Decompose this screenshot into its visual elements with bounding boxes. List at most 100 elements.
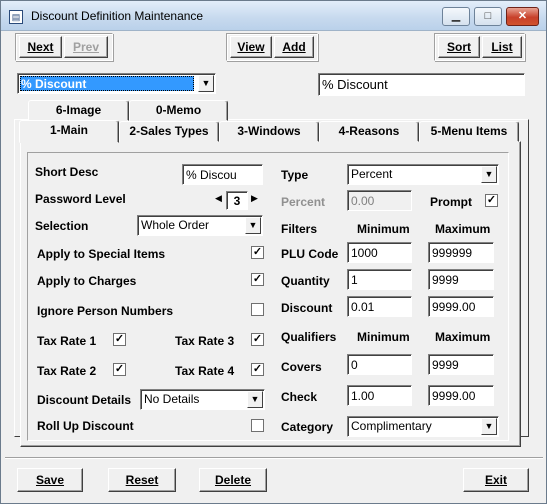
tax-rate-1-label: Tax Rate 1 (37, 334, 97, 348)
apply-charges-checkbox[interactable]: ✓ (251, 273, 264, 286)
discount-definition-window: ▤ Discount Definition Maintenance ▁ □ ✕ … (0, 0, 547, 504)
qualifiers-minimum-header: Minimum (357, 330, 410, 344)
filters-maximum-header: Maximum (435, 222, 491, 236)
type-value: Percent (351, 167, 393, 181)
covers-min-field[interactable]: 0 (347, 354, 412, 375)
plu-code-label: PLU Code (281, 247, 339, 261)
apply-special-checkbox[interactable]: ✓ (251, 246, 264, 259)
quantity-min-field[interactable]: 1 (347, 269, 412, 290)
password-spinner[interactable]: ◀ 3 ▶ (215, 191, 261, 210)
view-label: View (237, 40, 265, 54)
list-button[interactable]: List (482, 36, 522, 58)
apply-charges-label: Apply to Charges (37, 274, 137, 288)
discount-name-field[interactable]: % Discount (318, 73, 525, 96)
sort-button[interactable]: Sort (438, 36, 480, 58)
reset-button[interactable]: Reset (108, 468, 176, 492)
category-label: Category (281, 420, 334, 434)
chevron-down-icon[interactable]: ▼ (481, 418, 497, 435)
ignore-person-label: Ignore Person Numbers (37, 304, 174, 318)
tax-rate-2-checkbox[interactable]: ✓ (113, 363, 126, 376)
tab-windows-label: 3-Windows (237, 124, 301, 138)
prompt-checkbox[interactable]: ✓ (485, 194, 498, 207)
quantity-label: Quantity (281, 274, 330, 288)
password-level-label: Password Level (35, 192, 126, 206)
tab-image[interactable]: 6-Image (28, 100, 129, 121)
category-value: Complimentary (351, 419, 432, 433)
title-bar: ▤ Discount Definition Maintenance ▁ □ ✕ (1, 1, 546, 31)
percent-label: Percent (281, 195, 326, 209)
close-button[interactable]: ✕ (506, 7, 539, 26)
discount-details-dropdown[interactable]: No Details ▼ (140, 389, 265, 410)
spin-right-icon[interactable]: ▶ (251, 193, 258, 204)
tax-rate-4-checkbox[interactable]: ✓ (251, 363, 264, 376)
tax-rate-3-checkbox[interactable]: ✓ (251, 333, 264, 346)
tax-rate-2-label: Tax Rate 2 (37, 364, 97, 378)
next-label: Next (27, 40, 54, 54)
spin-left-icon[interactable]: ◀ (215, 193, 222, 204)
ignore-person-checkbox[interactable] (251, 303, 264, 316)
view-button[interactable]: View (230, 36, 272, 58)
maximize-button[interactable]: □ (474, 7, 502, 26)
tab-reasons[interactable]: 4-Reasons (319, 121, 419, 142)
sort-label: Sort (447, 40, 471, 54)
chevron-down-icon[interactable]: ▼ (481, 166, 497, 183)
selection-dropdown[interactable]: Whole Order ▼ (137, 215, 263, 236)
tab-sales-types-label: 2-Sales Types (129, 124, 209, 138)
plu-min-field[interactable]: 1000 (347, 242, 412, 263)
filters-label: Filters (281, 222, 318, 236)
password-level-value: 3 (226, 191, 248, 210)
add-button[interactable]: Add (274, 36, 314, 58)
roll-up-checkbox[interactable] (251, 419, 264, 432)
discount-details-value: No Details (144, 392, 200, 406)
chevron-down-icon[interactable]: ▼ (198, 75, 214, 92)
app-icon: ▤ (9, 10, 23, 24)
tab-windows[interactable]: 3-Windows (219, 121, 319, 142)
tax-rate-1-checkbox[interactable]: ✓ (113, 333, 126, 346)
covers-max-field[interactable]: 9999 (428, 354, 494, 375)
tab-main[interactable]: 1-Main (19, 120, 119, 143)
footer-divider (5, 457, 543, 459)
tab-menu-items[interactable]: 5-Menu Items (419, 121, 519, 142)
prev-label: Prev (72, 40, 100, 54)
roll-up-label: Roll Up Discount (37, 419, 134, 433)
quantity-max-field[interactable]: 9999 (428, 269, 494, 290)
chevron-down-icon[interactable]: ▼ (245, 217, 261, 234)
type-label: Type (281, 168, 309, 182)
list-label: List (491, 40, 513, 54)
tab-menu-items-label: 5-Menu Items (430, 124, 508, 138)
discount-selector[interactable]: % Discount ▼ (17, 73, 216, 94)
covers-label: Covers (281, 360, 322, 374)
filters-minimum-header: Minimum (357, 222, 410, 236)
apply-special-label: Apply to Special Items (37, 247, 166, 261)
discount-max-field[interactable]: 9999.00 (428, 296, 494, 317)
window-title: Discount Definition Maintenance (31, 9, 204, 23)
save-button[interactable]: Save (17, 468, 83, 492)
plu-max-field[interactable]: 999999 (428, 242, 494, 263)
tax-rate-3-label: Tax Rate 3 (175, 334, 235, 348)
tab-sales-types[interactable]: 2-Sales Types (119, 121, 219, 142)
short-desc-label: Short Desc (35, 165, 99, 179)
add-label: Add (282, 40, 306, 54)
check-label: Check (281, 390, 318, 404)
exit-button[interactable]: Exit (463, 468, 529, 492)
save-label: Save (35, 473, 65, 487)
chevron-down-icon[interactable]: ▼ (247, 391, 263, 408)
delete-button[interactable]: Delete (199, 468, 267, 492)
short-desc-field[interactable]: % Discou (182, 164, 263, 185)
tab-memo-label: 0-Memo (155, 103, 202, 117)
tab-reasons-label: 4-Reasons (338, 124, 400, 138)
category-dropdown[interactable]: Complimentary ▼ (347, 416, 499, 437)
percent-field[interactable]: 0.00 (347, 190, 412, 211)
tab-memo[interactable]: 0-Memo (129, 100, 228, 121)
qualifiers-maximum-header: Maximum (435, 330, 491, 344)
check-min-field[interactable]: 1.00 (347, 385, 412, 406)
selection-label: Selection (35, 219, 89, 233)
prev-button[interactable]: Prev (64, 36, 108, 58)
discount-min-field[interactable]: 0.01 (347, 296, 412, 317)
tab-main-label: 1-Main (49, 123, 88, 137)
type-dropdown[interactable]: Percent ▼ (347, 164, 499, 185)
next-button[interactable]: Next (19, 36, 62, 58)
check-max-field[interactable]: 9999.00 (428, 385, 494, 406)
qualifiers-label: Qualifiers (281, 330, 337, 344)
minimize-button[interactable]: ▁ (442, 7, 470, 26)
